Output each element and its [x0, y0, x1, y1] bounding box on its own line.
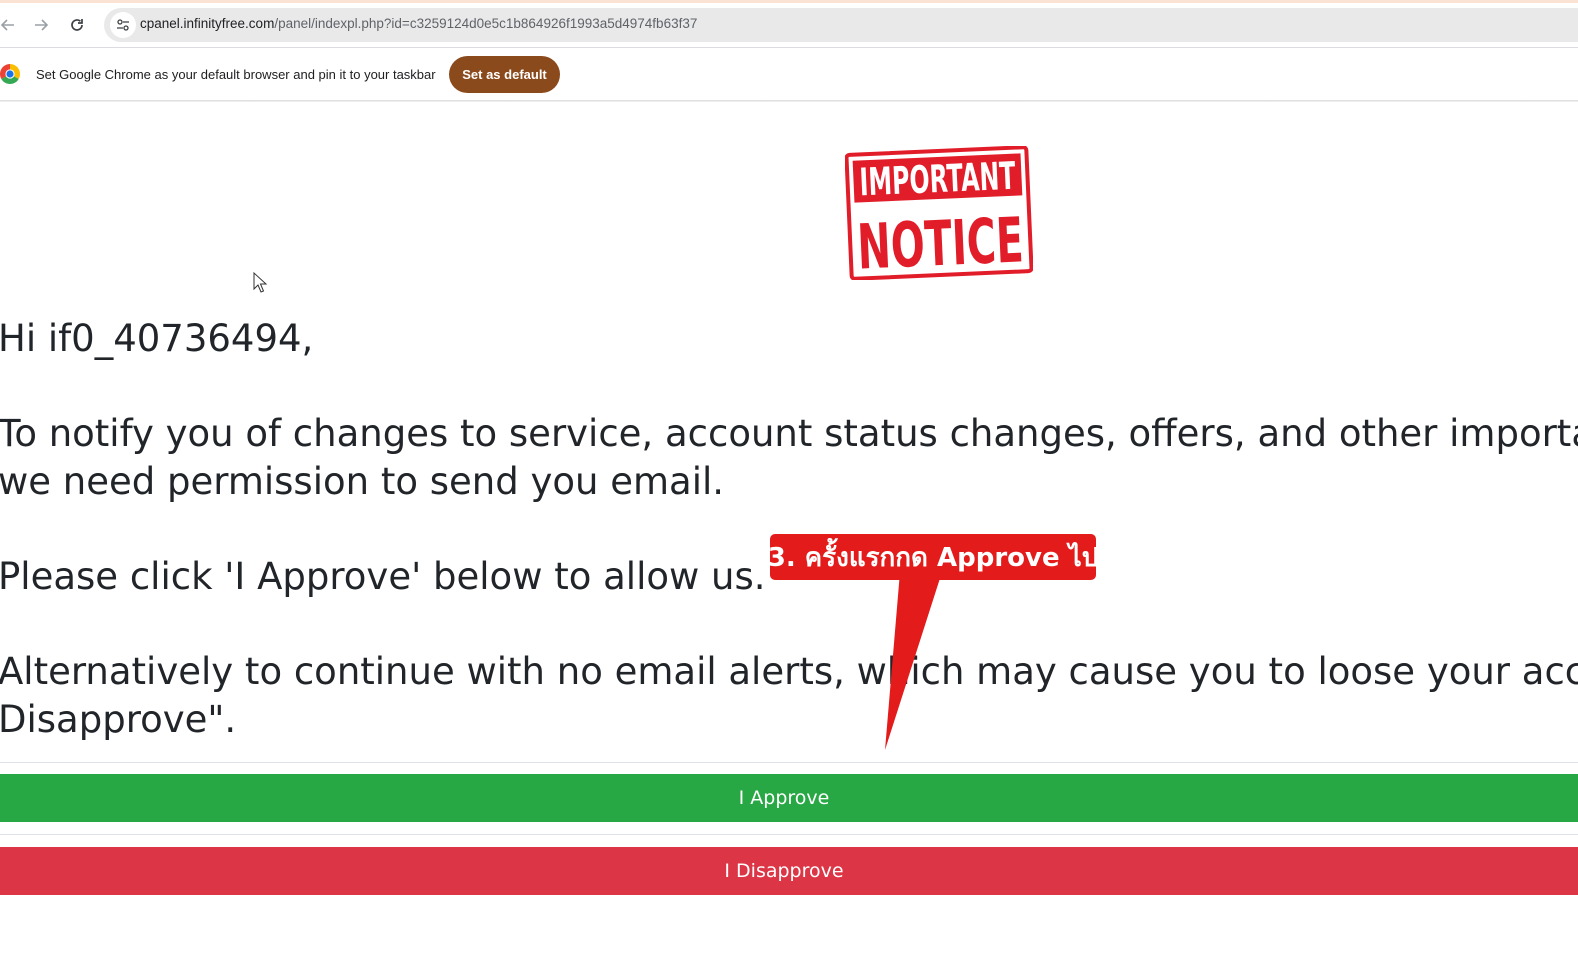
- url-path: /panel/indexpl.php?id=c3259124d0e5c1b864…: [274, 16, 698, 31]
- forward-arrow-icon[interactable]: [27, 11, 55, 39]
- site-info-icon[interactable]: [110, 12, 136, 38]
- annotation-callout: 3. ครั้งแรกกด Approve ไป: [768, 534, 1098, 580]
- chrome-logo-icon: [0, 64, 20, 84]
- annotation-pointer: [885, 572, 942, 750]
- divider: [0, 762, 1578, 763]
- approve-button[interactable]: I Approve: [0, 774, 1578, 822]
- notification-line-1: To notify you of changes to service, acc…: [0, 412, 1578, 455]
- url-host: cpanel.infinityfree.com: [140, 16, 275, 31]
- stamp-line1: IMPORTANT: [859, 154, 1017, 205]
- set-as-default-button[interactable]: Set as default: [449, 56, 560, 93]
- disapprove-button[interactable]: I Disapprove: [0, 847, 1578, 895]
- stamp-line2: NOTICE: [856, 203, 1025, 280]
- infobar-divider: [0, 100, 1578, 102]
- important-notice-stamp: IMPORTANT NOTICE: [845, 146, 1033, 280]
- instruction-text: Please click 'I Approve' below to allow …: [0, 555, 766, 598]
- mouse-cursor-icon: [253, 272, 267, 293]
- alternative-paragraph: Alternatively to continue with no email …: [0, 648, 1578, 744]
- alternative-line-2: Disapprove".: [0, 698, 237, 741]
- infobar-message: Set Google Chrome as your default browse…: [36, 67, 436, 82]
- default-browser-infobar: Set Google Chrome as your default browse…: [0, 48, 1578, 100]
- notification-line-2: we need permission to send you email.: [0, 460, 725, 503]
- address-bar[interactable]: cpanel.infinityfree.com/panel/indexpl.ph…: [104, 8, 1578, 42]
- alternative-line-1: Alternatively to continue with no email …: [0, 650, 1578, 693]
- greeting-text: Hi if0_40736494,: [0, 317, 314, 360]
- divider: [0, 834, 1578, 835]
- browser-toolbar: cpanel.infinityfree.com/panel/indexpl.ph…: [0, 3, 1578, 47]
- url-text[interactable]: cpanel.infinityfree.com/panel/indexpl.ph…: [140, 16, 697, 31]
- reload-icon[interactable]: [63, 11, 91, 39]
- back-arrow-icon[interactable]: [0, 11, 22, 39]
- notification-paragraph: To notify you of changes to service, acc…: [0, 410, 1578, 506]
